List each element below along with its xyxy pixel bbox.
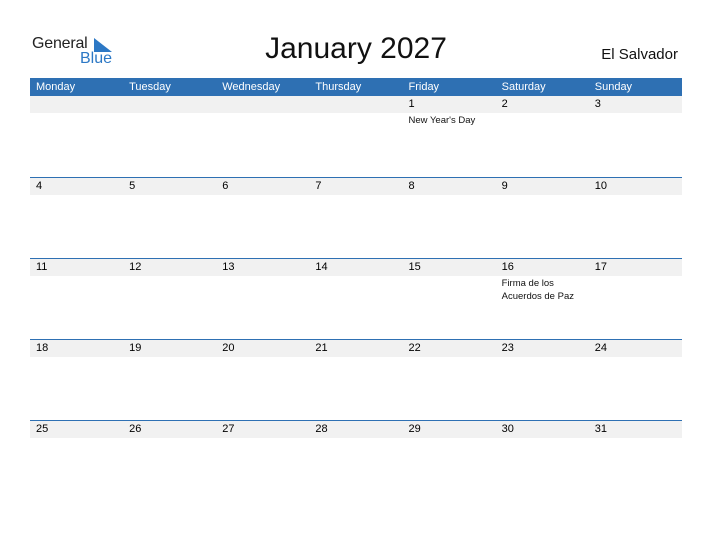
holiday-event bbox=[30, 276, 123, 303]
holiday-event bbox=[216, 357, 309, 358]
week-row: 18 19 20 21 22 23 24 bbox=[30, 339, 682, 420]
day-number: 3 bbox=[594, 98, 601, 110]
weekday-header: Monday Tuesday Wednesday Thursday Friday… bbox=[30, 78, 682, 96]
holiday-event bbox=[309, 195, 402, 196]
holiday-event bbox=[30, 357, 123, 358]
weekday-saturday: Saturday bbox=[501, 81, 546, 93]
day-number: 25 bbox=[36, 423, 49, 435]
day-number: 15 bbox=[408, 261, 421, 273]
date-strip: 1 2 3 bbox=[30, 96, 682, 113]
weekday-friday: Friday bbox=[408, 81, 440, 93]
day-number: 2 bbox=[501, 98, 508, 110]
holiday-event bbox=[403, 357, 496, 358]
day-number: 6 bbox=[222, 180, 229, 192]
holiday-event bbox=[30, 113, 123, 127]
day-number: 28 bbox=[315, 423, 328, 435]
holiday-event bbox=[403, 276, 496, 303]
week-row: 4 5 6 7 8 9 10 bbox=[30, 177, 682, 258]
day-number: 4 bbox=[36, 180, 43, 192]
weekday-wednesday: Wednesday bbox=[222, 81, 281, 93]
day-number: 9 bbox=[501, 180, 508, 192]
holiday-event: New Year's Day bbox=[408, 115, 476, 126]
holiday-event bbox=[496, 113, 589, 127]
weekday-thursday: Thursday bbox=[315, 81, 362, 93]
holiday-event bbox=[589, 195, 682, 196]
day-number: 16 bbox=[501, 261, 514, 273]
events-row: New Year's Day bbox=[30, 113, 682, 127]
holiday-event bbox=[309, 438, 402, 439]
week-row: 11 12 13 14 15 16 17 Firma de los Acuerdos de P… bbox=[30, 258, 682, 339]
day-number bbox=[216, 96, 309, 113]
day-number: 31 bbox=[594, 423, 607, 435]
events-row bbox=[30, 357, 682, 358]
holiday-event bbox=[123, 357, 216, 358]
country-label: El Salvador bbox=[601, 46, 678, 63]
events-row bbox=[30, 195, 682, 196]
day-number: 29 bbox=[408, 423, 421, 435]
holiday-event bbox=[403, 438, 496, 439]
events-row: Firma de los Acuerdos de Paz bbox=[30, 276, 682, 303]
holiday-event bbox=[123, 195, 216, 196]
holiday-event: Firma de los Acuerdos de Paz bbox=[501, 278, 574, 302]
day-number: 14 bbox=[315, 261, 328, 273]
weekday-sunday: Sunday bbox=[594, 81, 633, 93]
day-number: 17 bbox=[594, 261, 607, 273]
holiday-event bbox=[216, 195, 309, 196]
holiday-event bbox=[123, 113, 216, 127]
day-number bbox=[309, 96, 402, 113]
date-strip: 4 5 6 7 8 9 10 bbox=[30, 178, 682, 195]
holiday-event bbox=[30, 195, 123, 196]
day-number: 1 bbox=[408, 98, 415, 110]
day-number: 27 bbox=[222, 423, 235, 435]
day-number: 8 bbox=[408, 180, 415, 192]
day-number: 22 bbox=[408, 342, 421, 354]
day-number bbox=[30, 96, 123, 113]
weekday-monday: Monday bbox=[36, 81, 76, 93]
holiday-event bbox=[216, 438, 309, 439]
day-number: 5 bbox=[129, 180, 136, 192]
day-number: 23 bbox=[501, 342, 514, 354]
holiday-event bbox=[496, 438, 589, 439]
events-row bbox=[30, 438, 682, 439]
day-number: 20 bbox=[222, 342, 235, 354]
holiday-event bbox=[123, 276, 216, 303]
day-number: 26 bbox=[129, 423, 142, 435]
week-row: 25 26 27 28 29 30 31 bbox=[30, 420, 682, 501]
holiday-event bbox=[589, 113, 682, 127]
day-number: 24 bbox=[594, 342, 607, 354]
calendar-grid: Monday Tuesday Wednesday Thursday Friday… bbox=[30, 78, 682, 501]
holiday-event bbox=[589, 276, 682, 303]
holiday-event bbox=[309, 357, 402, 358]
holiday-event bbox=[589, 438, 682, 439]
date-strip: 11 12 13 14 15 16 17 bbox=[30, 259, 682, 276]
day-number: 7 bbox=[315, 180, 322, 192]
day-number: 11 bbox=[36, 261, 48, 273]
day-number: 10 bbox=[594, 180, 607, 192]
weekday-tuesday: Tuesday bbox=[129, 81, 171, 93]
holiday-event bbox=[309, 113, 402, 127]
week-row: 1 2 3 New Year's Day bbox=[30, 96, 682, 177]
day-number: 18 bbox=[36, 342, 49, 354]
day-number: 21 bbox=[315, 342, 328, 354]
date-strip: 25 26 27 28 29 30 31 bbox=[30, 421, 682, 438]
holiday-event bbox=[216, 113, 309, 127]
holiday-event bbox=[216, 276, 309, 303]
holiday-event bbox=[123, 438, 216, 439]
day-number: 12 bbox=[129, 261, 142, 273]
day-number: 19 bbox=[129, 342, 142, 354]
holiday-event bbox=[496, 195, 589, 196]
holiday-event bbox=[30, 438, 123, 439]
holiday-event bbox=[589, 357, 682, 358]
holiday-event bbox=[309, 276, 402, 303]
date-strip: 18 19 20 21 22 23 24 bbox=[30, 340, 682, 357]
day-number: 13 bbox=[222, 261, 235, 273]
holiday-event bbox=[403, 195, 496, 196]
day-number bbox=[123, 96, 216, 113]
holiday-event bbox=[496, 357, 589, 358]
day-number: 30 bbox=[501, 423, 514, 435]
